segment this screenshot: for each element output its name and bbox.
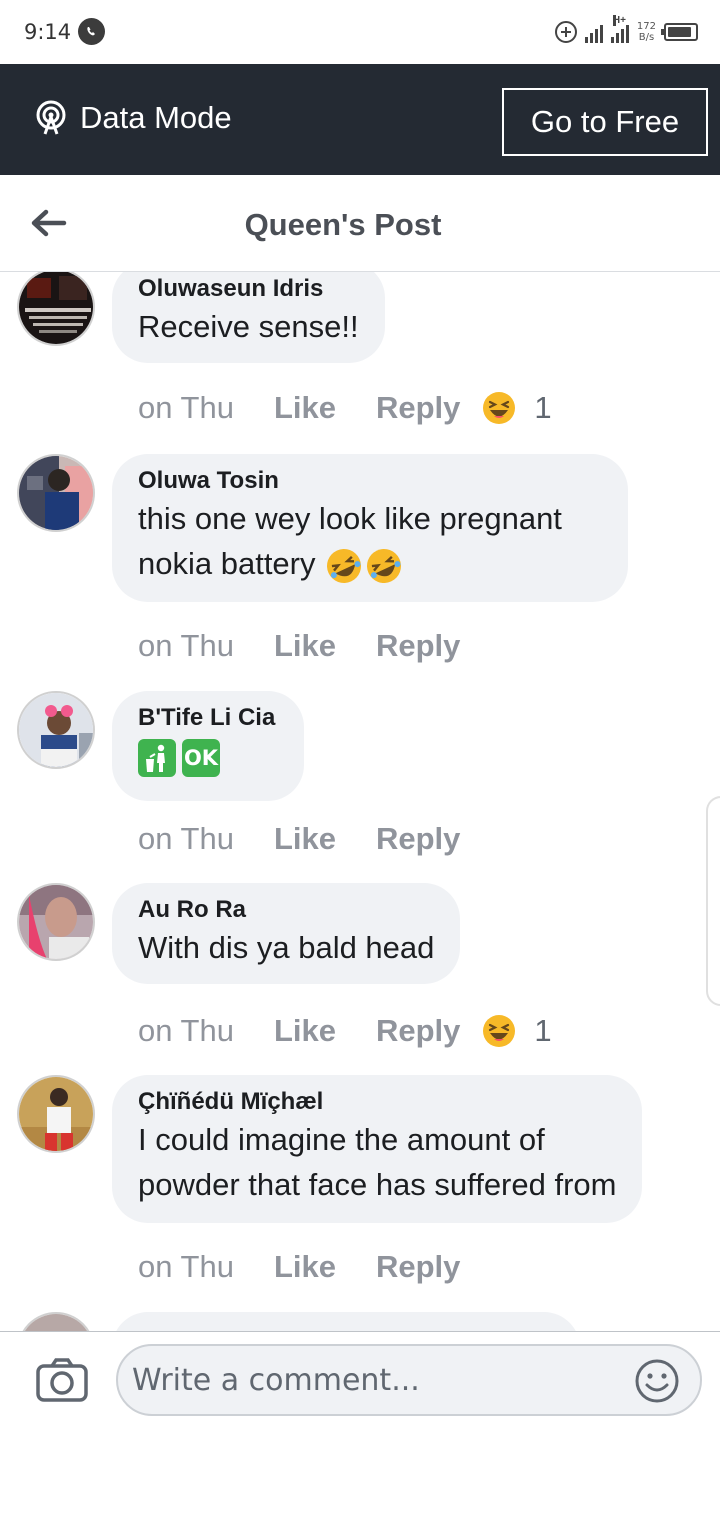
reply-button[interactable]: Reply xyxy=(376,628,460,664)
like-button[interactable]: Like xyxy=(274,821,336,857)
comment-author[interactable]: Au Ro Ra xyxy=(138,895,434,925)
page-title: Queen's Post xyxy=(244,207,442,242)
avatar[interactable] xyxy=(17,454,95,532)
status-bar: 9:14 H+ 172 B/s xyxy=(0,0,720,64)
avatar[interactable] xyxy=(17,883,95,961)
haha-reaction-icon[interactable] xyxy=(482,1014,516,1048)
comment-input-wrapper xyxy=(116,1344,702,1416)
comment-time[interactable]: on Thu xyxy=(138,390,234,426)
comment-author[interactable]: B'Tife Li Cia xyxy=(138,703,278,733)
net-speed: 172 B/s xyxy=(637,21,656,43)
litter-bin-icon xyxy=(138,739,176,777)
signal-hplus-icon: H+ xyxy=(610,15,629,43)
status-icons: H+ 172 B/s xyxy=(554,15,698,48)
status-time: 9:14 xyxy=(24,20,72,44)
data-mode-bar: Data Mode Go to Free xyxy=(0,64,720,175)
reaction-count[interactable]: 1 xyxy=(534,390,551,426)
like-button[interactable]: Like xyxy=(274,1249,336,1285)
like-button[interactable]: Like xyxy=(274,628,336,664)
comment-bubble[interactable]: B'Tife Li Cia OK xyxy=(112,691,304,801)
rofl-emoji-icon xyxy=(327,548,362,583)
floating-side-handle[interactable] xyxy=(706,796,720,1006)
like-button[interactable]: Like xyxy=(274,390,336,426)
comment-bubble[interactable]: Çhïñédü Mïçhæl I could imagine the amoun… xyxy=(112,1075,643,1223)
comment-text: Receive sense!! xyxy=(138,309,359,344)
comment-actions: on Thu Like Reply 1 xyxy=(138,388,552,428)
comment-bubble[interactable]: Oluwa Tosin this one wey look like pregn… xyxy=(112,454,628,602)
comment-emoji-row: OK xyxy=(138,733,278,777)
reply-button[interactable]: Reply xyxy=(376,1013,460,1049)
camera-icon[interactable] xyxy=(36,1358,88,1402)
page-header: Queen's Post xyxy=(0,175,720,272)
comment-actions: on Thu Like Reply xyxy=(138,1247,482,1287)
data-saver-icon xyxy=(554,21,577,43)
comment-actions: on Thu Like Reply 1 xyxy=(138,1011,552,1051)
reply-button[interactable]: Reply xyxy=(376,1249,460,1285)
data-mode-label: Data Mode xyxy=(80,100,232,135)
battery-level xyxy=(668,27,692,37)
data-mode-indicator[interactable]: Data Mode xyxy=(34,100,232,136)
rofl-emoji-icon xyxy=(367,548,402,583)
haha-reaction-icon[interactable] xyxy=(482,391,516,425)
comment-composer xyxy=(0,1331,720,1520)
avatar[interactable] xyxy=(17,691,95,769)
net-speed-value: 172 xyxy=(636,21,656,32)
reply-button[interactable]: Reply xyxy=(376,821,460,857)
avatar[interactable] xyxy=(17,1075,95,1153)
comment-text: I could imagine the amount of powder tha… xyxy=(138,1122,617,1202)
network-type: H+ xyxy=(612,15,626,26)
comment-text: With dis ya bald head xyxy=(138,930,435,965)
whatsapp-icon xyxy=(78,18,105,45)
comment-author[interactable]: Çhïñédü Mïçhæl xyxy=(138,1087,616,1117)
comment-time[interactable]: on Thu xyxy=(138,628,234,664)
comment-actions: on Thu Like Reply xyxy=(138,819,482,859)
comment-time[interactable]: on Thu xyxy=(138,1013,234,1049)
comment-bubble[interactable]: Au Ro Ra With dis ya bald head xyxy=(112,883,461,984)
signal-icon xyxy=(584,21,603,43)
comment-time[interactable]: on Thu xyxy=(138,821,234,857)
emoji-picker-icon[interactable] xyxy=(634,1358,680,1404)
comment-author[interactable]: Oluwa Tosin xyxy=(138,466,602,496)
comment-actions: on Thu Like Reply xyxy=(138,626,482,666)
broadcast-icon xyxy=(36,100,66,135)
go-to-free-button[interactable]: Go to Free xyxy=(502,88,708,156)
comment-bubble[interactable]: Oluwaseun Idris Receive sense!! xyxy=(112,272,385,363)
reaction-count[interactable]: 1 xyxy=(534,1013,551,1049)
net-speed-unit: B/s xyxy=(638,32,655,43)
comment-bubble[interactable] xyxy=(112,1312,580,1332)
avatar[interactable] xyxy=(17,1312,95,1332)
comment-input[interactable] xyxy=(132,1346,612,1414)
comment-time[interactable]: on Thu xyxy=(138,1249,234,1285)
ok-badge-text: OK xyxy=(183,745,219,770)
avatar[interactable] xyxy=(17,272,95,346)
ok-button-icon: OK xyxy=(182,739,220,777)
like-button[interactable]: Like xyxy=(274,1013,336,1049)
battery-icon xyxy=(661,23,698,41)
comment-author[interactable]: Oluwaseun Idris xyxy=(138,274,359,304)
reply-button[interactable]: Reply xyxy=(376,390,460,426)
comments-list: Oluwaseun Idris Receive sense!! on Thu L… xyxy=(0,272,720,1332)
comment-text: this one wey look like pregnant nokia ba… xyxy=(138,496,602,586)
